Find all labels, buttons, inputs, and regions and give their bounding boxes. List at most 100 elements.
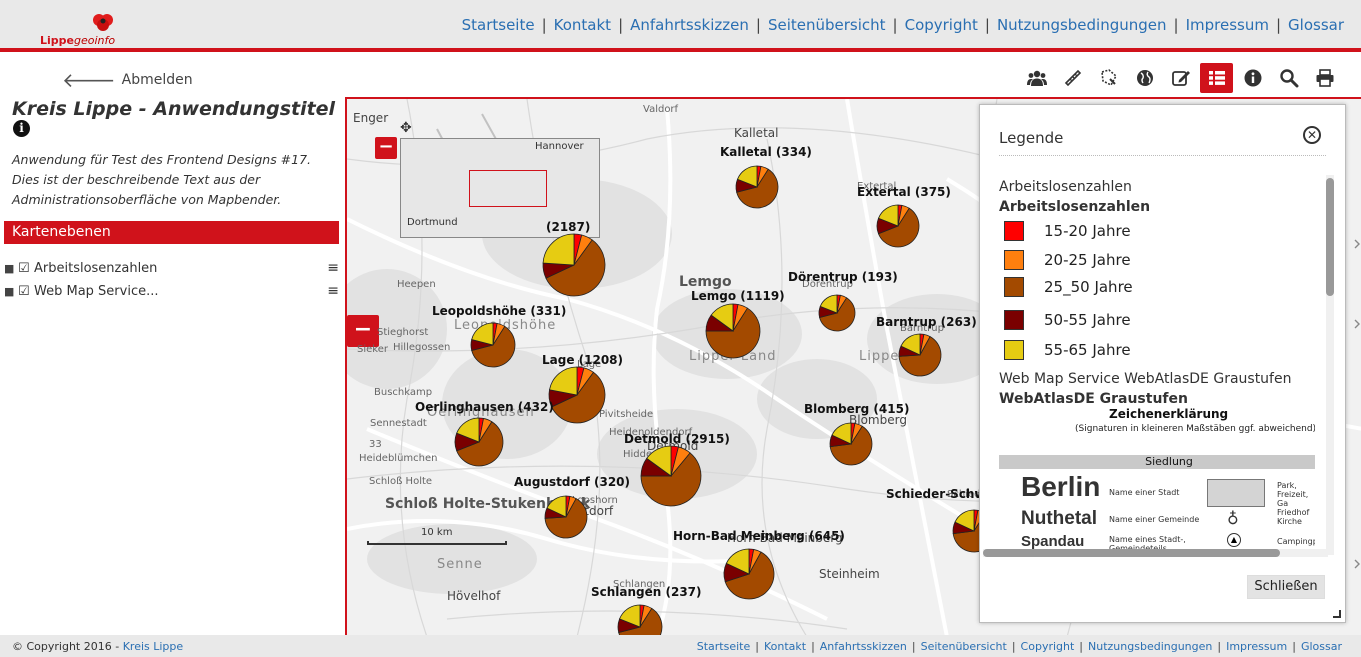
pie-label: Extertal (375): [857, 185, 951, 199]
pie-chart[interactable]: [470, 322, 516, 368]
zeichenerklaerung-subtitle: (Signaturen in kleineren Maßstäben ggf. …: [1075, 424, 1315, 434]
logout-button[interactable]: 🡐 Abmelden: [62, 68, 193, 92]
nav-link-0[interactable]: Startseite: [457, 16, 540, 34]
pie-label: Barntrup (263): [876, 315, 977, 329]
zk-big-label: Berlin: [1021, 471, 1101, 502]
nav-link-1[interactable]: Kontakt: [549, 16, 616, 34]
folder-icon[interactable]: ■: [4, 262, 18, 275]
legend-swatch: [1004, 340, 1024, 360]
nav-link-4[interactable]: Copyright: [900, 16, 983, 34]
edit-icon[interactable]: [1164, 63, 1197, 93]
pie-chart[interactable]: [705, 303, 761, 359]
legend-swatch: [1004, 310, 1024, 330]
pie-chart[interactable]: [735, 165, 779, 209]
footer-link-6[interactable]: Impressum: [1221, 640, 1292, 653]
footer-link-1[interactable]: Kontakt: [759, 640, 811, 653]
copyright-link[interactable]: Kreis Lippe: [123, 640, 183, 653]
users-icon[interactable]: [1020, 63, 1053, 93]
pie-chart[interactable]: [548, 366, 606, 424]
nav-link-6[interactable]: Impressum: [1181, 16, 1274, 34]
legend-list-icon[interactable]: [1200, 63, 1233, 93]
nav-separator: |: [618, 16, 624, 34]
nav-link-7[interactable]: Glossar: [1283, 16, 1349, 34]
pie-label: Detmold (2915): [624, 432, 730, 446]
close-icon[interactable]: ✕: [1303, 126, 1321, 144]
print-icon[interactable]: [1308, 63, 1341, 93]
nav-separator: |: [1275, 16, 1282, 34]
legend-horizontal-scrollbar[interactable]: [983, 549, 1328, 557]
copyright: © Copyright 2016 - Kreis Lippe: [12, 640, 184, 653]
pie-chart[interactable]: [542, 233, 606, 297]
pie-chart[interactable]: [876, 204, 920, 248]
measure-area-icon[interactable]: [1092, 63, 1125, 93]
pie-chart[interactable]: [454, 417, 504, 467]
poppy-flower-icon: [93, 14, 113, 31]
measure-line-icon[interactable]: [1056, 63, 1089, 93]
nav-separator: |: [892, 16, 898, 34]
layer-label: Arbeitslosenzahlen: [34, 260, 158, 276]
nav-separator: |: [1173, 16, 1179, 34]
zk-big-label: Nuthetal: [1021, 508, 1097, 529]
folder-icon[interactable]: ■: [4, 285, 18, 298]
layer-menu-icon[interactable]: ≡: [325, 283, 339, 299]
layer-menu-icon[interactable]: ≡: [325, 260, 339, 276]
camping-icon: ▲: [1227, 533, 1241, 547]
legend-item: 20-25 Jahre: [1004, 250, 1131, 270]
schliessen-button[interactable]: Schließen: [1247, 575, 1325, 599]
legend-item: 25_50 Jahre: [1004, 277, 1133, 297]
footer-link-5[interactable]: Nutzungsbedingungen: [1083, 640, 1217, 653]
legend-item-label: 20-25 Jahre: [1044, 251, 1131, 269]
church-icon: ♁: [1227, 509, 1239, 528]
legend-vertical-scrollbar[interactable]: [1326, 175, 1334, 555]
footer-link-4[interactable]: Copyright: [1016, 640, 1080, 653]
logo-text: Lippegeoinfo: [40, 34, 116, 47]
layer-item-wms[interactable]: ■ ☑ Web Map Service... ≡: [4, 281, 339, 301]
top-header: Lippegeoinfo Startseite | Kontakt | Anfahrts…: [0, 0, 1361, 52]
layer-checkbox[interactable]: ☑: [18, 284, 34, 299]
pie-chart[interactable]: [617, 604, 663, 635]
info-icon[interactable]: [1236, 63, 1269, 93]
legend-item-label: 25_50 Jahre: [1044, 278, 1133, 296]
search-icon[interactable]: [1272, 63, 1305, 93]
legend-body[interactable]: Arbeitslosenzahlen Arbeitslosenzahlen 15…: [999, 173, 1315, 558]
pie-chart[interactable]: [829, 422, 873, 466]
footer-link-3[interactable]: Seitenübersicht: [916, 640, 1012, 653]
nav-link-2[interactable]: Anfahrtsskizzen: [625, 16, 754, 34]
zk-desc: Name einer Gemeinde: [1109, 515, 1200, 524]
nav-link-3[interactable]: Seitenübersicht: [763, 16, 891, 34]
pie-chart[interactable]: [723, 548, 775, 600]
app-description: Anwendung für Test des Frontend Designs …: [12, 152, 312, 207]
layer-label: Web Map Service...: [34, 283, 159, 299]
legend-item-label: 55-65 Jahre: [1044, 341, 1131, 359]
pie-chart[interactable]: [818, 294, 856, 332]
footer-navigation: Startseite | Kontakt | Anfahrtsskizzen | Seite…: [692, 640, 1347, 653]
pie-label: Kalletal (334): [720, 145, 812, 159]
nav-separator: |: [755, 16, 761, 34]
sidebar: Kreis Lippe - Anwendungstitel i Anwendun…: [0, 96, 345, 634]
pie-slice: [549, 366, 578, 396]
pie-label: Lage (1208): [542, 353, 624, 367]
footer-link-2[interactable]: Anfahrtsskizzen: [815, 640, 912, 653]
logout-label: Abmelden: [121, 72, 193, 88]
layer-item-arbeitslosenzahlen[interactable]: ■ ☑ Arbeitslosenzahlen ≡: [4, 258, 339, 278]
top-navigation: Startseite | Kontakt | Anfahrtsskizzen | Seite…: [457, 16, 1349, 34]
pie-label: Dörentrup (193): [788, 270, 898, 284]
lippegeoinfo-logo[interactable]: Lippegeoinfo: [40, 12, 116, 48]
pie-chart[interactable]: [898, 333, 942, 377]
globe-icon[interactable]: [1128, 63, 1161, 93]
zk-desc: Campingplatz: [1277, 537, 1315, 546]
legend-title: Legende: [999, 129, 1064, 147]
legend-item-label: 50-55 Jahre: [1044, 311, 1131, 329]
footer-link-7[interactable]: Glossar: [1296, 640, 1347, 653]
zk-desc: Kirche: [1277, 517, 1302, 526]
nav-link-5[interactable]: Nutzungsbedingungen: [992, 16, 1172, 34]
resize-handle[interactable]: [1333, 610, 1341, 618]
pie-chart[interactable]: [544, 495, 588, 539]
pie-chart[interactable]: [640, 445, 702, 507]
app-info-icon[interactable]: i: [13, 120, 30, 137]
footer-link-0[interactable]: Startseite: [692, 640, 756, 653]
layer-checkbox[interactable]: ☑: [18, 261, 34, 276]
legend-swatch: [1004, 277, 1024, 297]
app-title: Kreis Lippe - Anwendungstitel: [12, 98, 336, 120]
nav-separator: |: [541, 16, 547, 34]
